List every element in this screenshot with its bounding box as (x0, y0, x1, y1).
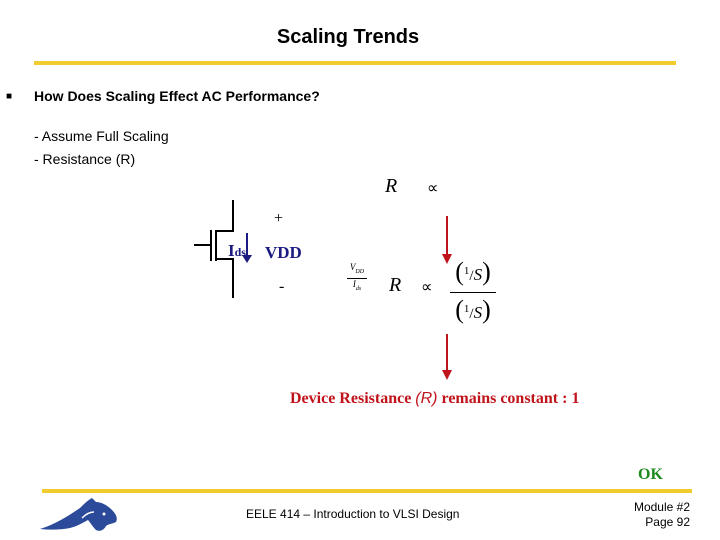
slide-title: Scaling Trends (276, 26, 420, 48)
plus-sign: + (274, 210, 284, 227)
scaling-fraction: (1/S) (1/S) (450, 255, 496, 330)
ratio-den-sub: ds (355, 285, 362, 292)
conclusion-suffix: remains constant : 1 (437, 390, 580, 407)
eq1-r: R (385, 175, 398, 197)
ok-label: OK (638, 466, 663, 483)
eq1-proportional: ∝ (427, 180, 439, 197)
arrow-down-2 (442, 334, 452, 380)
voltage-label: VDD (265, 243, 302, 262)
bullet-heading: How Does Scaling Effect AC Performance? (34, 88, 320, 104)
eq2-proportional: ∝ (421, 279, 433, 296)
drain-lead (216, 200, 234, 232)
fraction-numerator: (1/S) (450, 255, 496, 293)
transistor-schematic (194, 200, 252, 298)
conclusion-prefix: Device Resistance (290, 390, 416, 407)
eq2-r: R (389, 274, 402, 296)
title-divider (34, 61, 676, 65)
sub-item-assume-full-scaling: - Assume Full Scaling (34, 128, 169, 144)
conclusion-text: Device Resistance (R) remains constant :… (290, 390, 579, 408)
vdd-over-ids: VDD Ids (347, 262, 367, 295)
sub-item-resistance: - Resistance (R) (34, 151, 136, 167)
current-label: Ids (228, 241, 246, 261)
current-subscript: ds (234, 245, 246, 259)
bullet-icon: ■ (6, 91, 13, 102)
num-s: S (473, 265, 483, 284)
page-number: Page 92 (645, 515, 690, 529)
arrow-down-icon (442, 370, 452, 380)
den-s: S (473, 303, 483, 322)
footer-divider (42, 489, 692, 493)
den-one: 1 (463, 303, 470, 315)
page-info: Module #2 Page 92 (634, 500, 690, 530)
bobcat-logo-icon (40, 498, 117, 531)
ratio-num-sub: DD (355, 268, 365, 275)
minus-sign: - (279, 278, 285, 295)
num-one: 1 (463, 265, 470, 277)
course-title: EELE 414 – Introduction to VLSI Design (246, 507, 460, 521)
conclusion-symbol: (R) (415, 390, 438, 407)
source-lead (216, 258, 234, 298)
fraction-denominator: (1/S) (455, 295, 491, 324)
module-number: Module #2 (633, 500, 690, 514)
current-symbol: I (228, 241, 235, 260)
